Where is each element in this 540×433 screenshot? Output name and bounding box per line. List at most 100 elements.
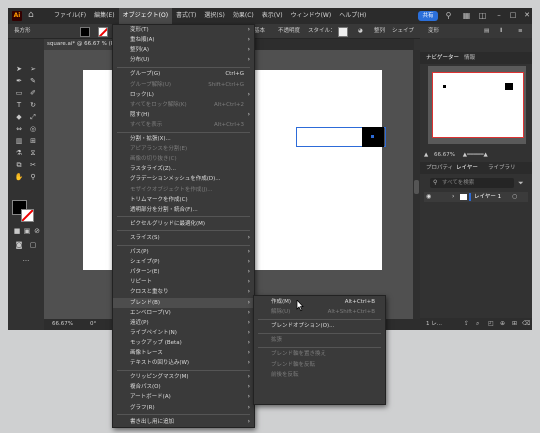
menu-item[interactable]: 画像トレース › bbox=[113, 348, 254, 358]
menu-item[interactable]: 書き出し用に追加 › bbox=[113, 417, 254, 427]
menu-item[interactable]: エンベロープ(V) › bbox=[113, 308, 254, 318]
trash-icon[interactable]: ⌫ bbox=[522, 318, 530, 330]
menu-item[interactable]: 変形(T) › bbox=[113, 25, 254, 35]
direct-selection-tool-icon[interactable]: ➢ bbox=[27, 64, 39, 74]
tab-properties[interactable]: プロパティ bbox=[426, 162, 453, 174]
zoom-slider-icon[interactable]: ▲━━━━━▲ bbox=[463, 152, 488, 158]
eyedropper-tool-icon[interactable]: ⚗ bbox=[13, 148, 25, 158]
workspace-icon[interactable]: ▦ bbox=[462, 11, 471, 21]
rotate-tool-icon[interactable]: ↻ bbox=[27, 100, 39, 110]
clip-icon[interactable]: ◰ bbox=[488, 318, 494, 330]
menu-item[interactable]: トリムマークを作成(C) bbox=[113, 195, 254, 205]
type-tool-icon[interactable]: T bbox=[13, 100, 25, 110]
tab-info[interactable]: 情報 bbox=[464, 52, 475, 64]
scroll-thumb[interactable] bbox=[414, 180, 419, 194]
none-mode-icon[interactable]: ⊘ bbox=[31, 226, 43, 236]
menu-window[interactable]: ウィンドウ(W) bbox=[287, 8, 336, 24]
menu-item[interactable]: グループ(G) Ctrl+G bbox=[113, 69, 254, 79]
style-swatch[interactable] bbox=[338, 27, 348, 37]
menu-item[interactable]: アートボード(A) › bbox=[113, 392, 254, 402]
search-icon[interactable]: ⚲ bbox=[444, 11, 453, 21]
menu-item[interactable]: 整列(A) › bbox=[113, 45, 254, 55]
maximize-icon[interactable]: □ bbox=[508, 10, 518, 21]
screen-mode-icon[interactable]: ▢ bbox=[27, 240, 39, 250]
menu-item[interactable]: ロック(L) › bbox=[113, 90, 254, 100]
arrange-icon[interactable]: ◫ bbox=[478, 11, 487, 21]
transform-label[interactable]: 変形 bbox=[428, 24, 439, 38]
menu-edit[interactable]: 編集(E) bbox=[90, 8, 118, 24]
share-button[interactable]: 共有 bbox=[418, 11, 438, 21]
locate-icon[interactable]: ⌕ bbox=[476, 318, 479, 330]
eraser-tool-icon[interactable]: ◆ bbox=[13, 112, 25, 122]
new-sublayer-icon[interactable]: ⊕ bbox=[500, 318, 505, 330]
visibility-eye-icon[interactable]: ◉ bbox=[426, 192, 431, 202]
menu-file[interactable]: ファイル(F) bbox=[50, 8, 90, 24]
filter-icon[interactable]: ⏷ bbox=[518, 178, 524, 188]
brush-basic-label[interactable]: 基本 bbox=[254, 24, 265, 38]
minimize-icon[interactable]: – bbox=[494, 10, 504, 21]
menu-type[interactable]: 書式(T) bbox=[172, 8, 200, 24]
align-label[interactable]: 整列 bbox=[374, 24, 385, 38]
target-circle-icon[interactable]: ○ bbox=[512, 192, 517, 202]
pencil-tool-icon[interactable]: ✎ bbox=[27, 76, 39, 86]
menu-item[interactable]: ブレンド(B) › bbox=[113, 297, 254, 308]
menu-item[interactable]: クリッピングマスク(M) › bbox=[113, 372, 254, 382]
menu-item[interactable]: 透明部分を分割・統合(F)... bbox=[113, 205, 254, 215]
menu-item[interactable]: クロスと重なり › bbox=[113, 287, 254, 297]
zoom-tool-icon[interactable]: ⚲ bbox=[27, 172, 39, 182]
brush-tool-icon[interactable]: ✐ bbox=[27, 88, 39, 98]
menu-item[interactable]: 複合パス(O) › bbox=[113, 382, 254, 392]
menu-view[interactable]: 表示(V) bbox=[258, 8, 287, 24]
align-icon[interactable]: ▤ bbox=[484, 24, 489, 38]
menu-item[interactable]: 遠近(P) › bbox=[113, 318, 254, 328]
menu-item[interactable]: スライス(S) › bbox=[113, 233, 254, 243]
scale-tool-icon[interactable]: ⤢ bbox=[27, 112, 39, 122]
mesh-tool-icon[interactable]: ⊞ bbox=[27, 136, 39, 146]
draw-mode-icon[interactable]: ◙ bbox=[13, 240, 25, 250]
rotation-value[interactable]: 0° bbox=[90, 319, 96, 330]
home-icon[interactable]: ⌂ bbox=[28, 10, 38, 20]
navigator-preview[interactable] bbox=[428, 66, 526, 144]
shape-builder-tool-icon[interactable]: ◎ bbox=[27, 124, 39, 134]
blend-tool-icon[interactable]: ⧖ bbox=[27, 148, 39, 158]
zoom-out-icon[interactable]: ▲ bbox=[424, 152, 428, 158]
distribute-icon[interactable]: ⫴ bbox=[500, 24, 502, 38]
menu-help[interactable]: ヘルプ(H) bbox=[335, 8, 370, 24]
menu-item[interactable]: 重ね順(A) › bbox=[113, 35, 254, 45]
menu-item[interactable]: 隠す(H) › bbox=[113, 110, 254, 120]
new-layer-icon[interactable]: ⊞ bbox=[512, 318, 517, 330]
tab-libraries[interactable]: ライブラリ bbox=[488, 162, 516, 174]
tab-navigator[interactable]: ナビゲーター bbox=[426, 52, 459, 64]
menu-item[interactable]: 分割・拡張(X)... bbox=[113, 134, 254, 144]
vertical-scrollbar[interactable] bbox=[413, 50, 420, 319]
shape-label[interactable]: シェイプ bbox=[392, 24, 414, 38]
layer-row[interactable]: ◉ › レイヤー 1 ○ bbox=[424, 192, 528, 202]
close-icon[interactable]: ✕ bbox=[522, 10, 532, 21]
menu-item[interactable]: シェイプ(P) › bbox=[113, 257, 254, 267]
menu-item[interactable]: ブレンドオプション(O)... bbox=[254, 321, 385, 331]
width-tool-icon[interactable]: ⇔ bbox=[13, 124, 25, 134]
menu-item[interactable]: ピクセルグリッドに最適化(M) bbox=[113, 219, 254, 229]
fill-swatch[interactable] bbox=[80, 27, 90, 37]
menu-item[interactable]: ライブペイント(N) › bbox=[113, 328, 254, 338]
menu-item[interactable]: ラスタライズ(Z)... bbox=[113, 164, 254, 174]
layer-search-input[interactable]: すべてを検索 bbox=[430, 178, 514, 188]
more-tools-icon[interactable]: ··· bbox=[20, 256, 32, 266]
menu-item[interactable]: 分布(U) › bbox=[113, 55, 254, 65]
tab-layers[interactable]: レイヤー bbox=[456, 162, 478, 174]
panel-menu-icon[interactable]: ≡ bbox=[518, 24, 523, 38]
menu-item[interactable]: グラデーションメッシュを作成(D)... bbox=[113, 174, 254, 184]
layer-name[interactable]: レイヤー 1 bbox=[474, 192, 501, 202]
menu-item[interactable]: パス(P) › bbox=[113, 247, 254, 257]
menu-item[interactable]: テキストの回り込み(W) › bbox=[113, 358, 254, 368]
selection-tool-icon[interactable]: ➤ bbox=[13, 64, 25, 74]
recolor-icon[interactable]: ◕ bbox=[358, 24, 363, 38]
export-icon[interactable]: ⇪ bbox=[464, 318, 469, 330]
menu-select[interactable]: 選択(S) bbox=[200, 8, 229, 24]
menu-item[interactable]: リピート › bbox=[113, 277, 254, 287]
menu-item[interactable]: モックアップ (Beta) › bbox=[113, 338, 254, 348]
menu-effect[interactable]: 効果(C) bbox=[229, 8, 258, 24]
menu-object[interactable]: オブジェクト(O) bbox=[118, 8, 173, 24]
stroke-swatch[interactable] bbox=[98, 27, 108, 37]
zoom-level[interactable]: 66.67% bbox=[52, 319, 73, 330]
